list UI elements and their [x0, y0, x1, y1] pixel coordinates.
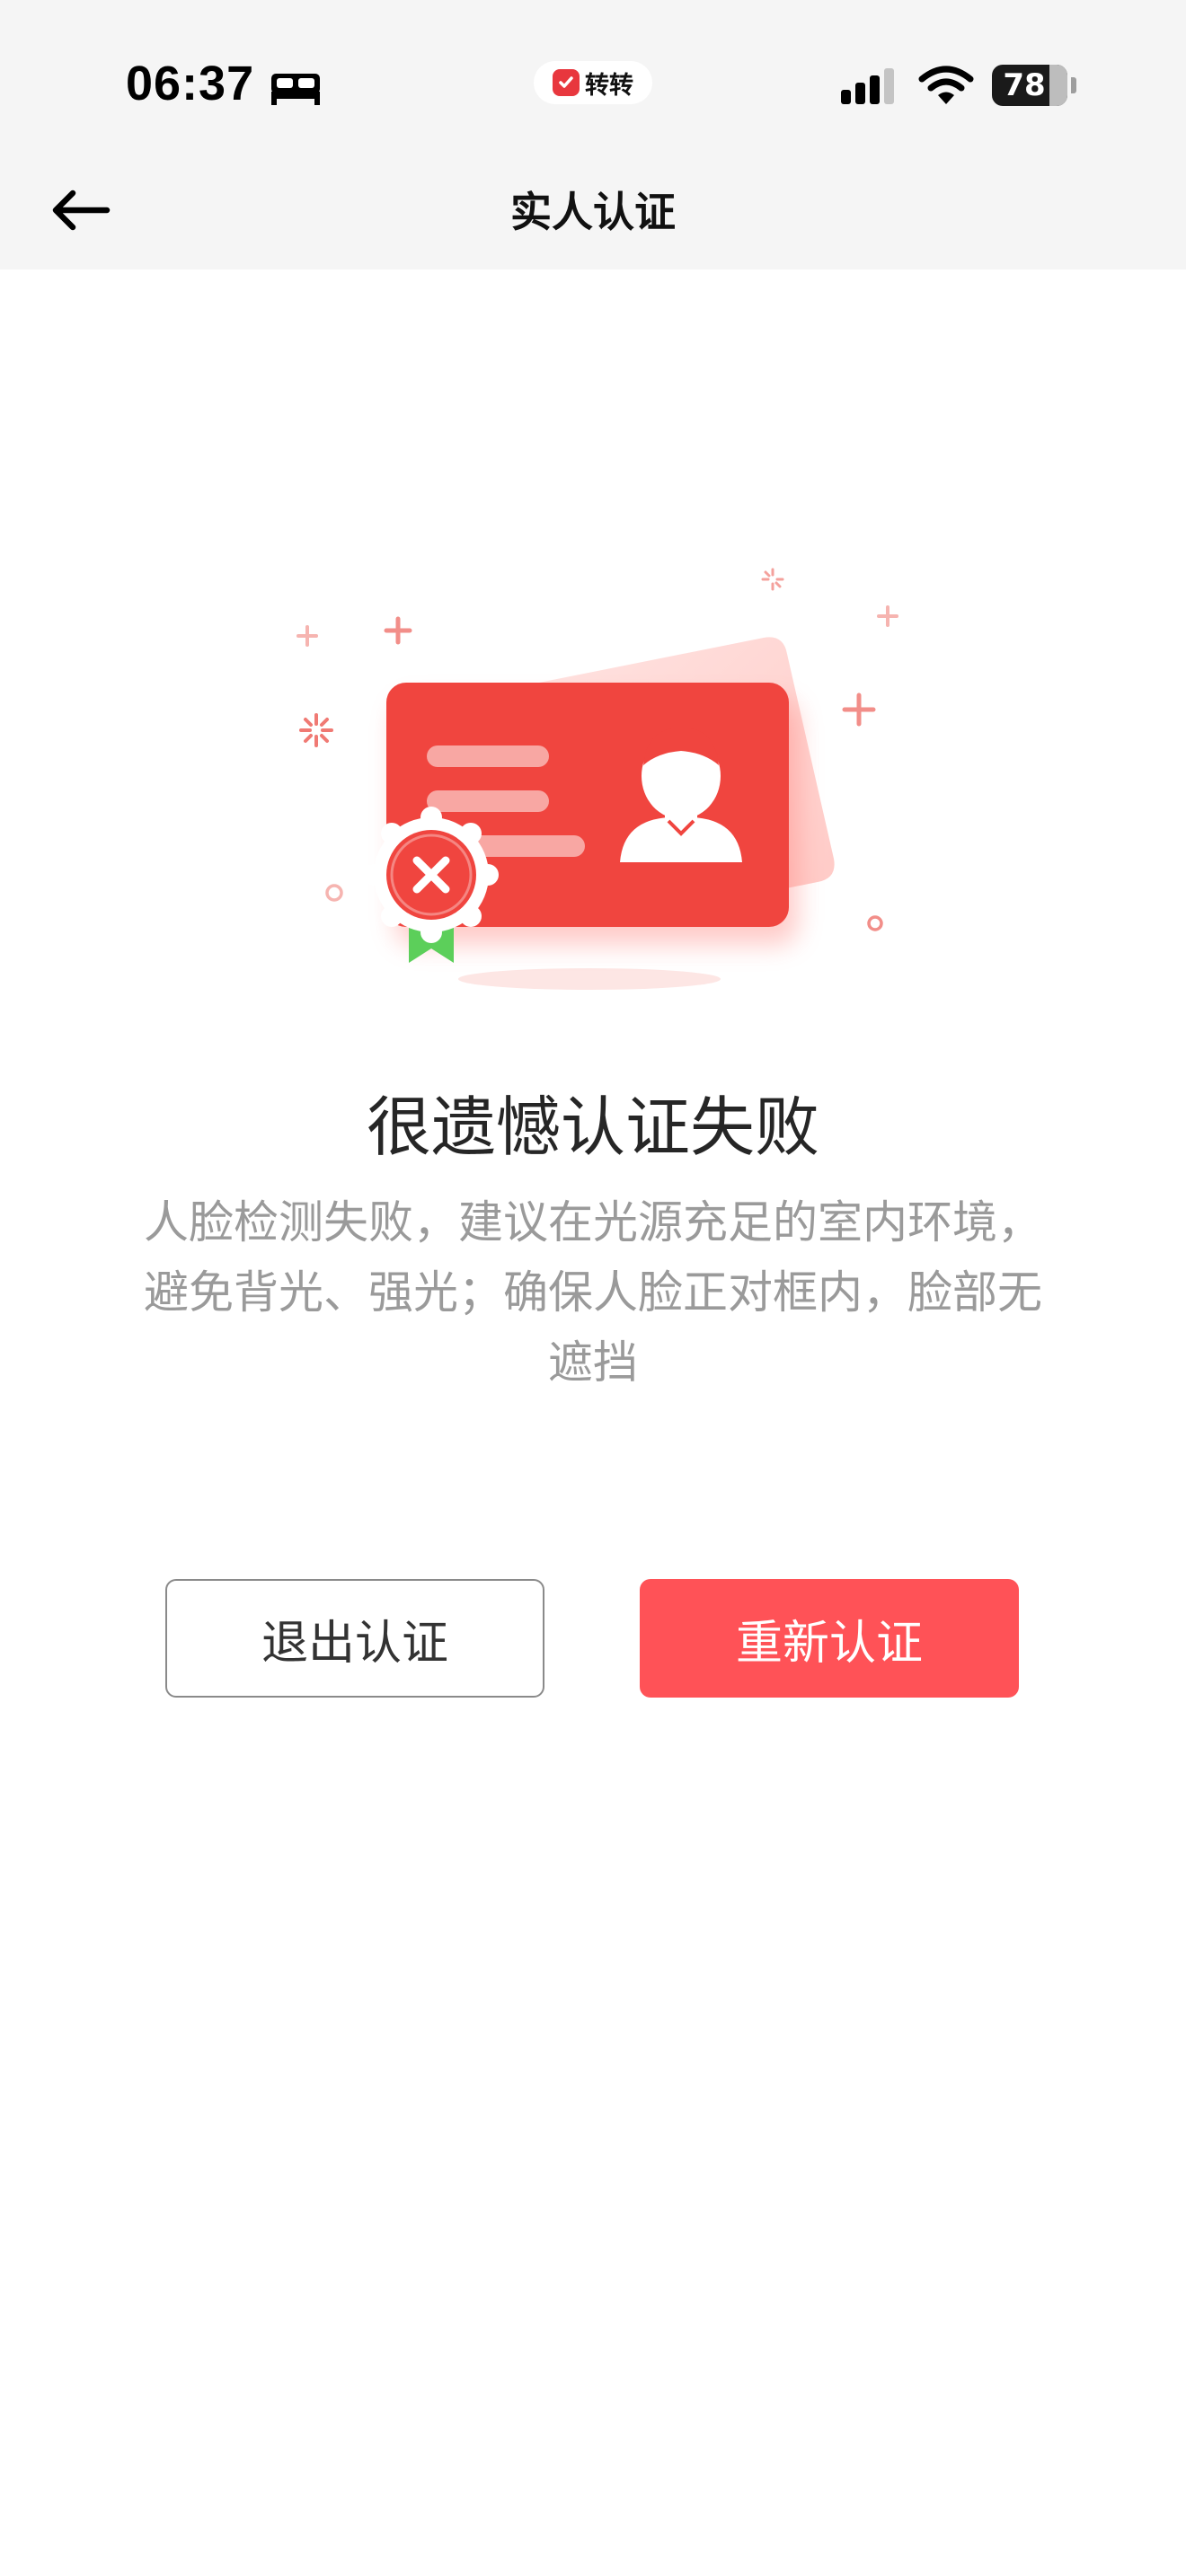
- plus-sparkle-icon: [296, 625, 318, 647]
- page-title: 实人认证: [510, 188, 676, 236]
- exit-verification-button[interactable]: 退出认证: [165, 1579, 544, 1698]
- plus-sparkle-icon: [842, 693, 876, 727]
- app-logo-icon: [553, 69, 580, 96]
- battery-level: 78: [1003, 67, 1046, 103]
- failed-id-card-illustration: [296, 568, 898, 990]
- app-name: 转转: [585, 71, 633, 100]
- battery-icon: 78: [992, 65, 1067, 106]
- signal-icon: [841, 68, 894, 104]
- ring-sparkle-icon: [325, 884, 343, 902]
- bed-icon: [271, 74, 320, 105]
- plus-sparkle-icon: [877, 605, 898, 627]
- app-indicator[interactable]: 转转: [534, 61, 652, 104]
- plus-sparkle-icon: [384, 616, 412, 645]
- battery-tip: [1071, 77, 1076, 93]
- result-description: 人脸检测失败，建议在光源充足的室内环境，避免背光、强光；确保人脸正对框内，脸部无…: [144, 1196, 1042, 1389]
- result-title: 很遗憾认证失败: [366, 1090, 819, 1165]
- screen: 06:37 转转 78 实人认证 很遗憾认证失败 人脸检测失败，建议在光源充足的…: [0, 0, 1186, 2576]
- burst-sparkle-icon: [761, 568, 784, 591]
- wifi-icon: [918, 66, 974, 104]
- ring-sparkle-icon: [867, 915, 883, 931]
- retry-verification-button[interactable]: 重新认证: [640, 1579, 1019, 1698]
- burst-sparkle-icon: [299, 713, 333, 747]
- status-time: 06:37: [126, 57, 255, 110]
